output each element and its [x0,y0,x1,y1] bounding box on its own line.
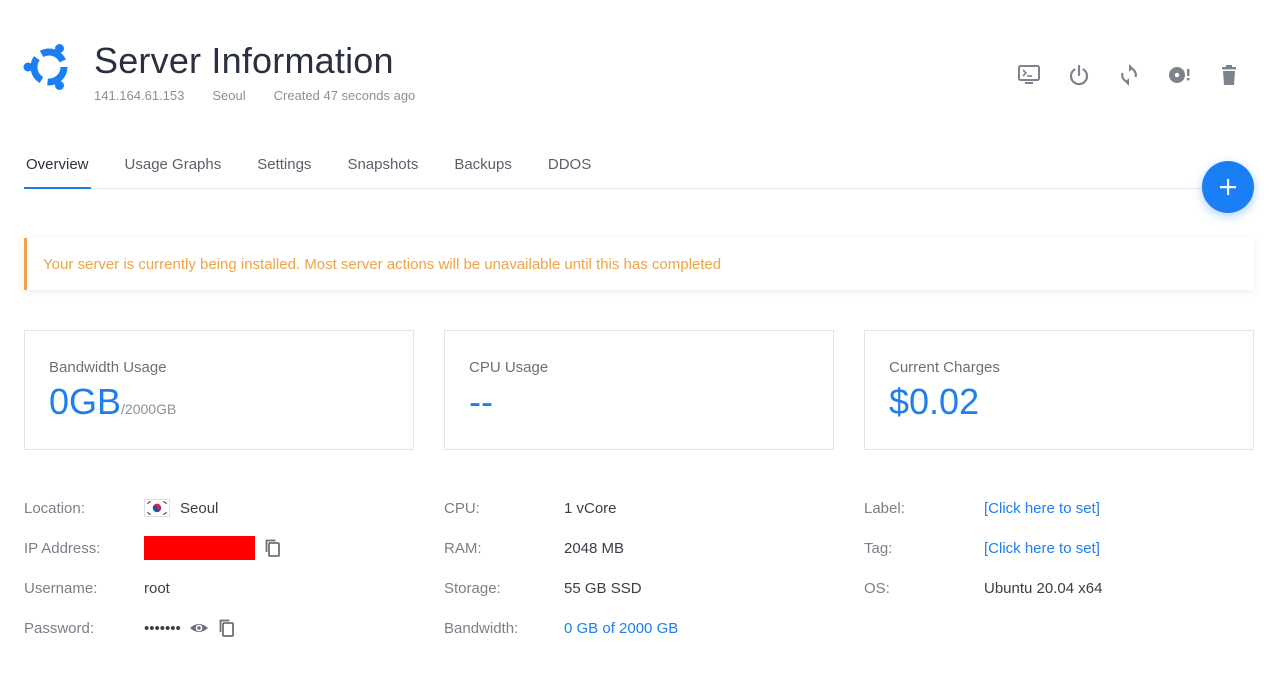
bandwidth-card: Bandwidth Usage 0GB/2000GB [24,330,414,450]
os-label: OS: [864,579,890,597]
cpu-card-value: -- [469,381,493,422]
ram-label: RAM: [444,539,482,557]
iso-button[interactable] [1167,62,1191,88]
info-row-os: OS: Ubuntu 20.04 x64 [864,568,1102,608]
server-label-label: Label: [864,499,905,517]
os-value: Ubuntu 20.04 x64 [984,579,1103,597]
charges-card-label: Current Charges [889,359,1000,376]
location-value: Seoul [144,499,218,517]
eye-icon[interactable] [189,618,209,638]
server-actions [1017,62,1241,88]
server-header: Server Information 141.164.61.153 Seoul … [22,38,415,103]
ip-redacted [144,536,255,560]
tab-ddos[interactable]: DDOS [546,152,593,189]
username-value: root [144,579,170,597]
power-button[interactable] [1067,62,1091,88]
info-row-password: Password: ••••••• [24,608,283,648]
cpu-value: 1 vCore [564,499,617,517]
header-text: Server Information 141.164.61.153 Seoul … [94,38,415,103]
info-row-storage: Storage: 55 GB SSD [444,568,678,608]
ip-label: IP Address: [24,539,101,557]
ip-value [144,536,283,560]
bandwidth-card-value: 0GB/2000GB [49,382,389,429]
password-label: Password: [24,619,95,637]
plus-icon [1220,179,1236,195]
restart-button[interactable] [1117,62,1141,88]
set-label-link[interactable]: [Click here to set] [984,500,1100,517]
power-icon [1069,64,1089,86]
tab-snapshots[interactable]: Snapshots [345,152,420,189]
console-icon [1018,65,1040,84]
tab-bar: Overview Usage Graphs Settings Snapshots… [24,152,1255,189]
ram-value: 2048 MB [564,539,625,557]
tab-usage-graphs[interactable]: Usage Graphs [123,152,224,189]
delete-button[interactable] [1217,62,1241,88]
tab-backups[interactable]: Backups [452,152,514,189]
password-masked: ••••••• [144,619,181,637]
add-button[interactable] [1202,161,1254,213]
info-row-cpu: CPU: 1 vCore [444,488,678,528]
info-column-general: Location: Seoul IP Address: Username: ro… [24,488,283,648]
ubuntu-logo-icon [23,44,68,90]
server-ip: 141.164.61.153 [94,88,185,103]
iso-icon [1169,67,1190,83]
console-button[interactable] [1017,62,1041,88]
alert-text: Your server is currently being installed… [43,255,722,273]
server-meta: 141.164.61.153 Seoul Created 47 seconds … [94,88,415,103]
charges-card-value: $0.02 [889,381,980,422]
info-row-username: Username: root [24,568,283,608]
copy-icon[interactable] [263,538,283,558]
location-label: Location: [24,499,85,517]
info-row-location: Location: Seoul [24,488,283,528]
bandwidth-link[interactable]: 0 GB of 2000 GB [564,620,678,637]
location-text: Seoul [180,499,219,517]
install-alert: Your server is currently being installed… [24,238,1254,290]
bandwidth-used: 0GB [49,381,122,422]
info-column-meta: Label: [Click here to set] Tag: [Click h… [864,488,1102,608]
bandwidth-total: /2000GB [121,401,177,417]
info-row-ip: IP Address: [24,528,283,568]
cpu-label: CPU: [444,499,480,517]
cpu-card: CPU Usage -- [444,330,834,450]
info-row-ram: RAM: 2048 MB [444,528,678,568]
tab-settings[interactable]: Settings [255,152,313,189]
server-location: Seoul [212,88,246,103]
password-value: ••••••• [144,618,237,638]
copy-icon[interactable] [217,618,237,638]
username-label: Username: [24,579,98,597]
storage-value: 55 GB SSD [564,579,642,597]
server-created: Created 47 seconds ago [273,88,416,103]
info-row-bandwidth: Bandwidth: 0 GB of 2000 GB [444,608,678,648]
info-row-label: Label: [Click here to set] [864,488,1102,528]
storage-label: Storage: [444,579,501,597]
charges-card: Current Charges $0.02 [864,330,1254,450]
south-korea-flag-icon [144,499,170,517]
info-column-specs: CPU: 1 vCore RAM: 2048 MB Storage: 55 GB… [444,488,678,648]
bandwidth-card-label: Bandwidth Usage [49,359,167,376]
page-title: Server Information [94,40,394,81]
bandwidth-label: Bandwidth: [444,619,519,637]
set-tag-link[interactable]: [Click here to set] [984,540,1100,557]
trash-icon [1222,65,1236,85]
info-row-tag: Tag: [Click here to set] [864,528,1102,568]
tab-overview[interactable]: Overview [24,152,91,189]
cpu-card-label: CPU Usage [469,359,549,376]
restart-icon [1121,64,1137,86]
tag-label: Tag: [864,539,893,557]
